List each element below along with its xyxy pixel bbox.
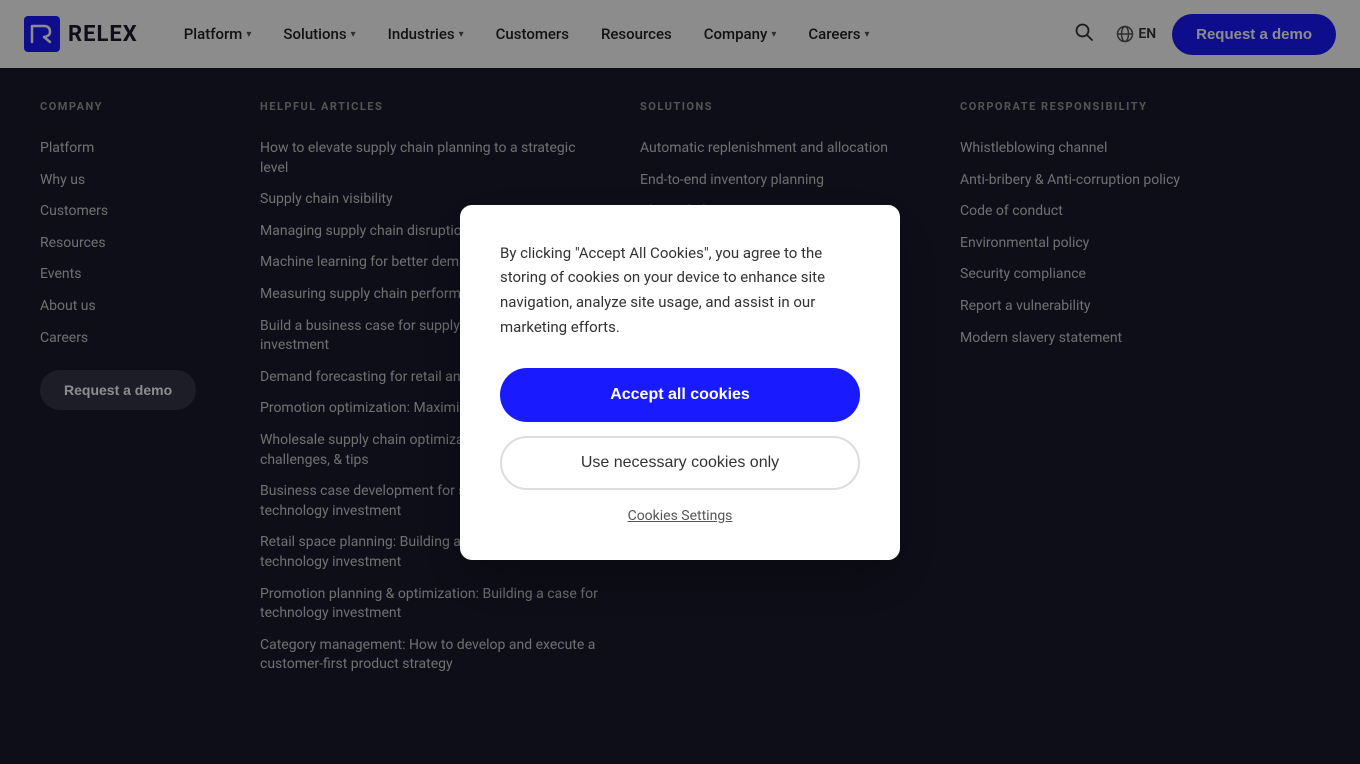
- cookie-modal: By clicking "Accept All Cookies", you ag…: [460, 205, 900, 560]
- cookies-settings-link[interactable]: Cookies Settings: [500, 508, 860, 524]
- cookie-body-text: By clicking "Accept All Cookies", you ag…: [500, 241, 860, 340]
- use-necessary-cookies-button[interactable]: Use necessary cookies only: [500, 436, 860, 490]
- cookie-overlay: By clicking "Accept All Cookies", you ag…: [0, 0, 1360, 764]
- accept-all-cookies-button[interactable]: Accept all cookies: [500, 368, 860, 422]
